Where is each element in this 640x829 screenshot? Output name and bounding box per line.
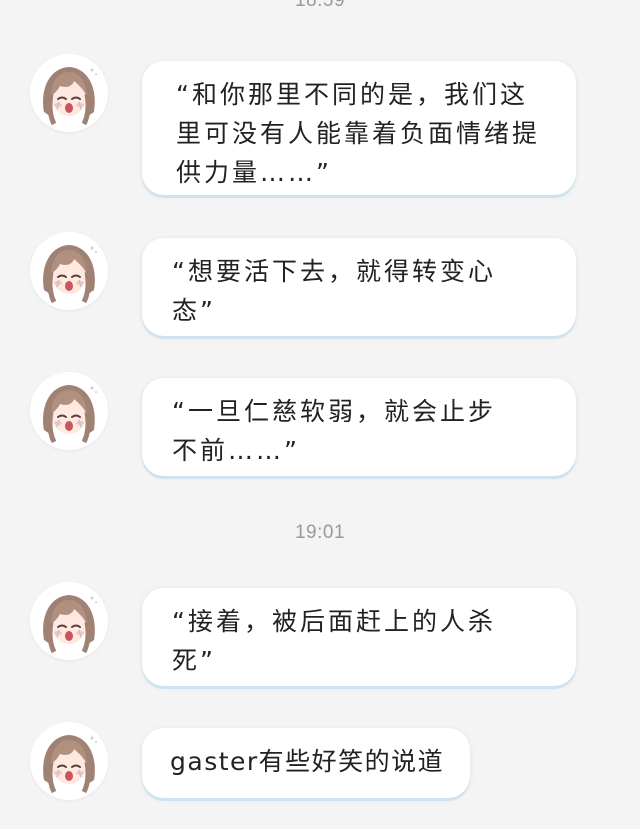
message-text: “接着，被后面赶上的人杀死” [172,607,496,675]
avatar[interactable] [30,54,108,132]
timestamp: 19:01 [294,522,346,543]
message-text: gaster有些好笑的说道 [170,747,445,776]
message-bubble[interactable]: “和你那里不同的是，我们这里可没有人能靠着负面情绪提供力量……” [142,61,576,195]
anime-girl-avatar-icon [30,54,108,132]
message-text: “和你那里不同的是，我们这里可没有人能靠着负面情绪提供力量……” [176,80,541,187]
message-bubble[interactable]: “接着，被后面赶上的人杀死” [142,588,576,686]
avatar[interactable] [30,232,108,310]
message-text: “想要活下去，就得转变心态” [172,257,496,325]
avatar[interactable] [30,582,108,660]
anime-girl-avatar-icon [30,722,108,800]
anime-girl-avatar-icon [30,582,108,660]
message-text: “一旦仁慈软弱，就会止步不前……” [172,397,496,465]
avatar[interactable] [30,722,108,800]
anime-girl-avatar-icon [30,232,108,310]
message-bubble[interactable]: “一旦仁慈软弱，就会止步不前……” [142,378,576,476]
message-bubble[interactable]: “想要活下去，就得转变心态” [142,238,576,336]
message-bubble[interactable]: gaster有些好笑的说道 [142,728,470,798]
avatar[interactable] [30,372,108,450]
timestamp: 18:59 [294,0,346,11]
anime-girl-avatar-icon [30,372,108,450]
